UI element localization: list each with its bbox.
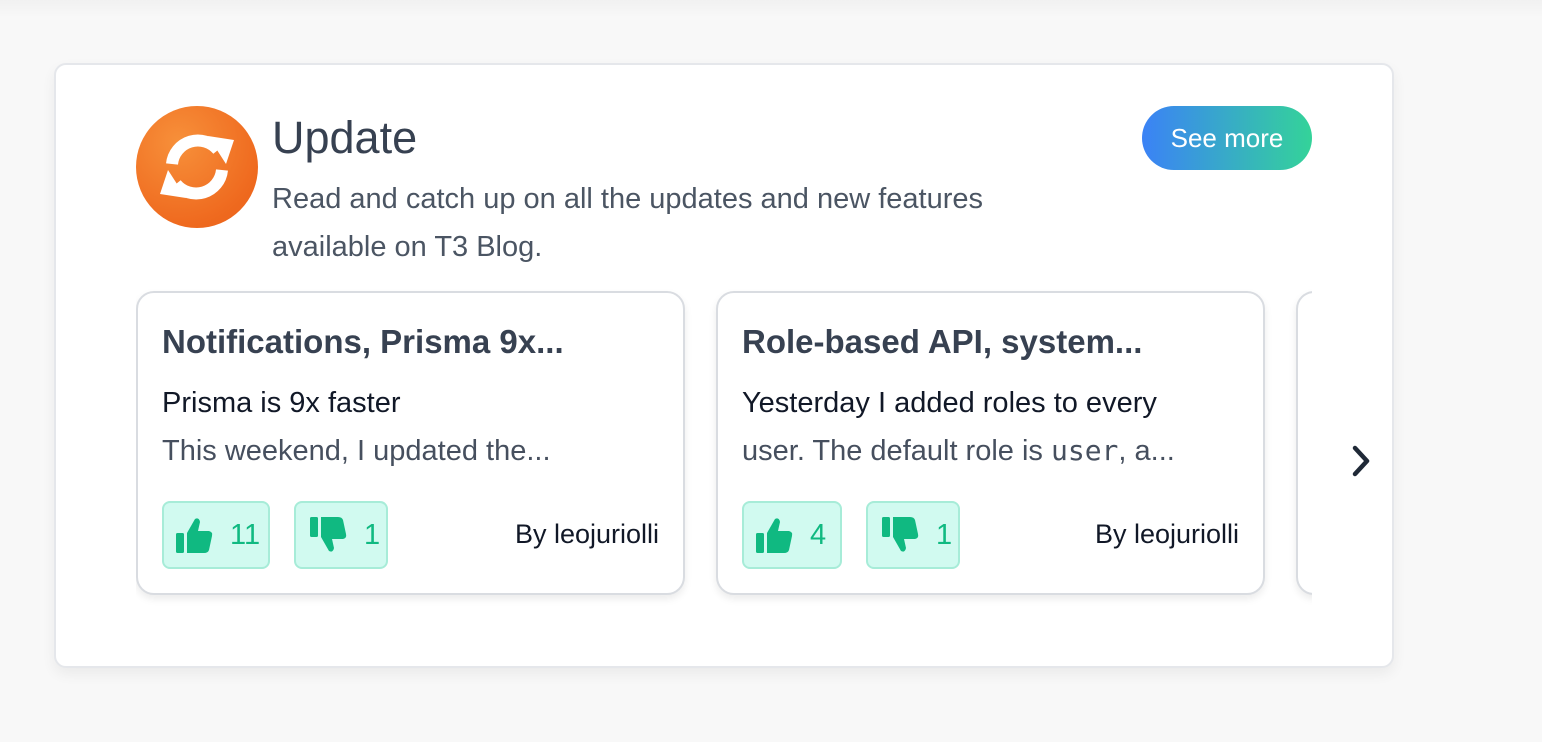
thumbs-up-icon	[754, 515, 794, 555]
dislike-button[interactable]: 1	[294, 501, 388, 569]
post-excerpt-line: Prisma is 9x faster	[162, 387, 401, 419]
refresh-icon	[136, 106, 258, 228]
post-title[interactable]: Role-based API, system...	[742, 323, 1242, 361]
post-excerpt: Prisma is 9x faster This weekend, I upda…	[162, 379, 662, 475]
post-card[interactable]: Notifications, Prisma 9x... Prisma is 9x…	[136, 291, 685, 595]
update-section: Update Read and catch up on all the upda…	[54, 63, 1394, 668]
post-excerpt-text: user. The default role is	[742, 435, 1051, 467]
like-button[interactable]: 4	[742, 501, 842, 569]
post-excerpt-line: This weekend, I updated the...	[162, 435, 551, 467]
thumbs-up-icon	[174, 515, 214, 555]
post-excerpt: Yesterday I added roles to every user. T…	[742, 379, 1242, 475]
carousel-next-button[interactable]	[1346, 443, 1376, 483]
section-title: Update	[272, 112, 418, 163]
post-card[interactable]: Role-based API, system... Yesterday I ad…	[716, 291, 1265, 595]
post-card[interactable]	[1296, 291, 1312, 595]
post-excerpt-line: Yesterday I added roles to every	[742, 387, 1157, 419]
post-excerpt-line: user. The default role is user, a...	[742, 427, 1242, 475]
like-button[interactable]: 11	[162, 501, 270, 569]
post-author: By leojuriolli	[1094, 519, 1239, 549]
like-count: 11	[230, 518, 261, 551]
like-count: 4	[810, 518, 827, 551]
post-title[interactable]: Notifications, Prisma 9x...	[162, 323, 662, 361]
thumbs-down-icon	[880, 515, 920, 555]
dislike-button[interactable]: 1	[866, 501, 960, 569]
page-top-edge	[0, 0, 1542, 18]
inline-code: user	[1050, 434, 1119, 467]
posts-carousel: Notifications, Prisma 9x... Prisma is 9x…	[136, 289, 1312, 609]
thumbs-down-icon	[308, 515, 348, 555]
post-excerpt-text: , a...	[1118, 435, 1175, 467]
dislike-count: 1	[936, 518, 953, 551]
section-description: Read and catch up on all the updates and…	[272, 183, 984, 263]
dislike-count: 1	[364, 518, 381, 551]
chevron-right-icon	[1350, 444, 1372, 483]
post-author: By leojuriolli	[514, 519, 659, 549]
see-more-button[interactable]: See more	[1142, 106, 1312, 170]
